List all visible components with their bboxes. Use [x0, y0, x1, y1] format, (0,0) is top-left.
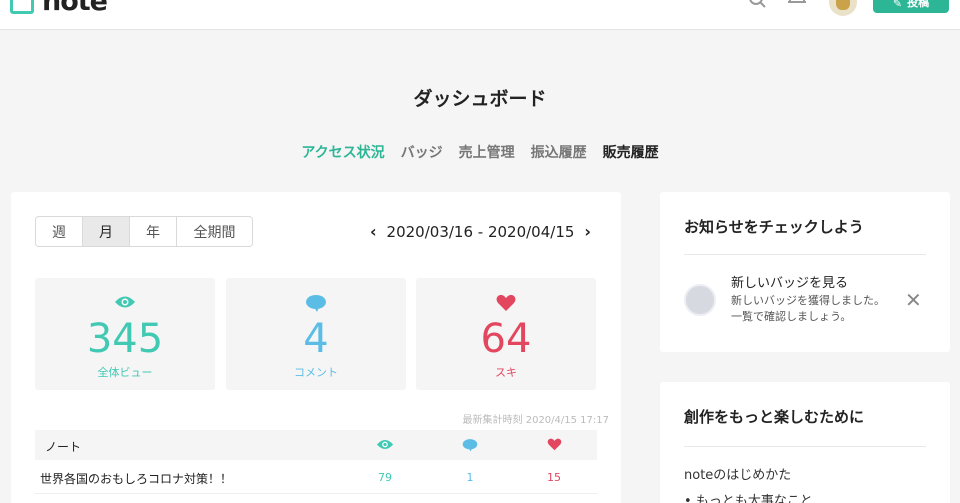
chevron-left-icon[interactable]: ‹ [370, 222, 377, 241]
tab-sales-history[interactable]: 販売履歴 [595, 142, 667, 162]
period-month[interactable]: 月 [83, 217, 130, 246]
search-icon[interactable] [748, 0, 768, 10]
creative-title: 創作をもっと楽しむために [684, 408, 865, 426]
likes-label: スキ [495, 366, 517, 379]
row-views: 79 [378, 471, 392, 484]
top-bar: note ✎ 投稿 [0, 0, 960, 30]
note-title[interactable]: 世界各国のおもしろコロナ対策！！ [40, 470, 232, 487]
page-title: ダッシュボード [413, 88, 547, 110]
close-icon[interactable]: ✕ [905, 288, 922, 312]
logo-text: note [42, 0, 108, 17]
eye-icon [115, 296, 135, 308]
chevron-right-icon[interactable]: › [584, 222, 591, 241]
post-button-label: 投稿 [907, 0, 930, 9]
views-stat: 345 全体ビュー [35, 278, 215, 390]
comments-count: 4 [303, 316, 329, 362]
comment-icon [306, 295, 326, 312]
list-item-label: もっとも大事なこと [695, 494, 813, 503]
notice-item-desc: 新しいバッジを獲得しました。一覧で確認しましょう。 [731, 294, 885, 323]
notice-title: お知らせをチェックしよう [684, 218, 864, 236]
period-year[interactable]: 年 [130, 217, 177, 246]
tab-access[interactable]: アクセス状況 [293, 142, 392, 162]
comments-label: コメント [294, 366, 338, 379]
tab-sales[interactable]: 売上管理 [451, 142, 523, 162]
avatar[interactable] [829, 0, 857, 16]
date-range-text: 2020/03/16 - 2020/04/15 [386, 222, 575, 241]
table-row[interactable]: 世界各国のおもしろコロナ対策！！ 79 1 15 [35, 462, 597, 494]
row-comments: 1 [466, 471, 474, 484]
access-card: 週 月 年 全期間 ‹ 2020/03/16 - 2020/04/15 › 34… [11, 192, 621, 503]
badge-icon [684, 284, 716, 316]
tab-transfers[interactable]: 振込履歴 [523, 142, 595, 162]
period-selector: 週 月 年 全期間 [35, 216, 253, 247]
table-header: ノート [35, 430, 597, 460]
table-header-note: ノート [45, 440, 82, 454]
comments-stat: 4 コメント [226, 278, 406, 390]
divider [684, 254, 926, 255]
likes-stat: 64 スキ [416, 278, 596, 390]
pen-icon: ✎ [892, 0, 903, 10]
logo[interactable]: note [10, 0, 108, 17]
divider [684, 446, 926, 447]
eye-icon [375, 438, 395, 451]
heart-icon [544, 438, 564, 451]
period-week[interactable]: 週 [36, 217, 83, 246]
likes-count: 64 [480, 316, 532, 362]
comment-icon [460, 438, 480, 452]
row-likes: 15 [547, 471, 561, 484]
notice-card: お知らせをチェックしよう 新しいバッジを見る 新しいバッジを獲得しました。一覧で… [660, 192, 950, 352]
date-range: ‹ 2020/03/16 - 2020/04/15 › [370, 222, 591, 241]
last-updated: 最新集計時刻 2020/4/15 17:17 [462, 415, 609, 426]
views-label: 全体ビュー [97, 366, 153, 379]
tab-badges[interactable]: バッジ [393, 142, 451, 162]
heart-icon [496, 294, 516, 311]
views-count: 345 [86, 316, 164, 362]
post-button[interactable]: ✎ 投稿 [873, 0, 949, 13]
creative-card: 創作をもっと楽しむために noteのはじめかた • もっとも大事なこと [660, 382, 950, 503]
notice-item-title[interactable]: 新しいバッジを見る [731, 272, 848, 291]
dashboard-tabs: アクセス状況 バッジ 売上管理 振込履歴 販売履歴 [0, 142, 960, 162]
period-all[interactable]: 全期間 [177, 217, 252, 246]
note-logo-icon [10, 0, 34, 14]
bell-icon[interactable] [787, 0, 807, 10]
list-item[interactable]: • もっとも大事なこと [684, 490, 813, 503]
guide-link[interactable]: noteのはじめかた [684, 464, 791, 483]
